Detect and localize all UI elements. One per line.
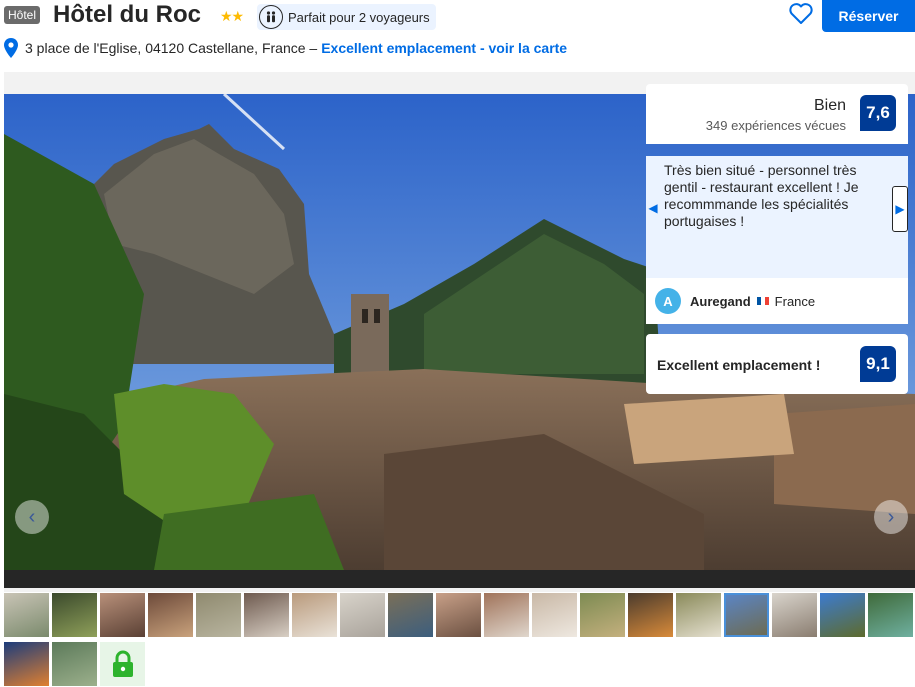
photo-thumbnail[interactable] xyxy=(772,593,817,637)
photo-thumbnail[interactable] xyxy=(4,642,49,686)
map-pin-icon xyxy=(4,38,18,58)
property-type-badge: Hôtel xyxy=(4,6,41,24)
france-flag-icon xyxy=(756,297,769,305)
photo-thumbnail[interactable] xyxy=(292,593,337,637)
triangle-left-icon: ◀ xyxy=(648,201,658,215)
photo-thumbnail[interactable] xyxy=(100,593,145,637)
photo-caption-bar xyxy=(4,570,915,588)
reviewer-row: A Auregand France xyxy=(646,278,908,324)
capacity-label: Parfait pour 2 voyageurs xyxy=(288,9,430,25)
people-icon xyxy=(259,5,283,29)
avatar: A xyxy=(655,288,681,314)
gallery-prev-button[interactable]: ‹ xyxy=(15,500,49,534)
address-line: 3 place de l'Eglise, 04120 Castellane, F… xyxy=(4,38,567,58)
photo-thumbnail[interactable] xyxy=(628,593,673,637)
save-heart-icon[interactable] xyxy=(788,2,814,26)
star-rating: ★★ xyxy=(220,8,244,24)
triangle-right-icon: ▶ xyxy=(895,202,905,216)
review-score-badge: 7,6 xyxy=(860,95,896,131)
hotel-title: Hôtel du Roc xyxy=(53,1,201,28)
header: Hôtel Hôtel du Roc ★★ Parfait pour 2 voy… xyxy=(0,0,915,72)
photo-thumbnail[interactable] xyxy=(340,593,385,637)
review-text: Très bien situé - personnel très gentil … xyxy=(664,162,859,229)
photo-thumbnail[interactable] xyxy=(436,593,481,637)
chevron-right-icon: › xyxy=(887,505,895,528)
review-card: ◀ Très bien situé - personnel très genti… xyxy=(646,156,908,324)
photo-thumbnail[interactable] xyxy=(676,593,721,637)
photo-gallery: ‹ › xyxy=(4,72,915,592)
map-link[interactable]: Excellent emplacement - voir la carte xyxy=(321,40,567,56)
photo-thumbnail[interactable] xyxy=(52,593,97,637)
photo-thumbnail[interactable] xyxy=(484,593,529,637)
rating-word: Bien xyxy=(813,97,846,114)
reviewer-country: France xyxy=(774,293,816,309)
review-count: 349 expériences vécues xyxy=(705,118,846,133)
location-score-card[interactable]: Excellent emplacement ! 9,1 xyxy=(646,334,908,394)
photo-thumbnail[interactable] xyxy=(148,593,193,637)
photo-thumbnail[interactable] xyxy=(724,593,769,637)
address-text: 3 place de l'Eglise, 04120 Castellane, F… xyxy=(25,40,318,56)
capacity-pill: Parfait pour 2 voyageurs xyxy=(257,4,436,30)
photo-thumbnail[interactable] xyxy=(580,593,625,637)
photo-thumbnail[interactable] xyxy=(244,593,289,637)
photo-thumbnail[interactable] xyxy=(4,593,49,637)
location-label: Excellent emplacement ! xyxy=(657,357,821,373)
photo-thumbnail[interactable] xyxy=(388,593,433,637)
reserve-button[interactable]: Réserver xyxy=(822,0,915,32)
location-score-badge: 9,1 xyxy=(860,346,896,382)
reviewer-name: Auregand xyxy=(690,293,751,309)
gallery-next-button[interactable]: › xyxy=(874,500,908,534)
photo-thumbnail[interactable] xyxy=(532,593,577,637)
review-prev-button[interactable]: ◀ xyxy=(646,186,660,230)
photo-thumbnail[interactable] xyxy=(196,593,241,637)
review-next-button[interactable]: ▶ xyxy=(892,186,908,232)
photo-thumbnail[interactable] xyxy=(820,593,865,637)
photo-thumbnail[interactable] xyxy=(868,593,913,637)
chevron-left-icon: ‹ xyxy=(28,505,36,528)
rating-card[interactable]: Bien 349 expériences vécues 7,6 xyxy=(646,84,908,144)
thumbnail-strip xyxy=(0,592,915,687)
more-photos-lock-tile[interactable] xyxy=(100,642,145,686)
lock-icon xyxy=(112,650,133,677)
photo-thumbnail[interactable] xyxy=(52,642,97,686)
